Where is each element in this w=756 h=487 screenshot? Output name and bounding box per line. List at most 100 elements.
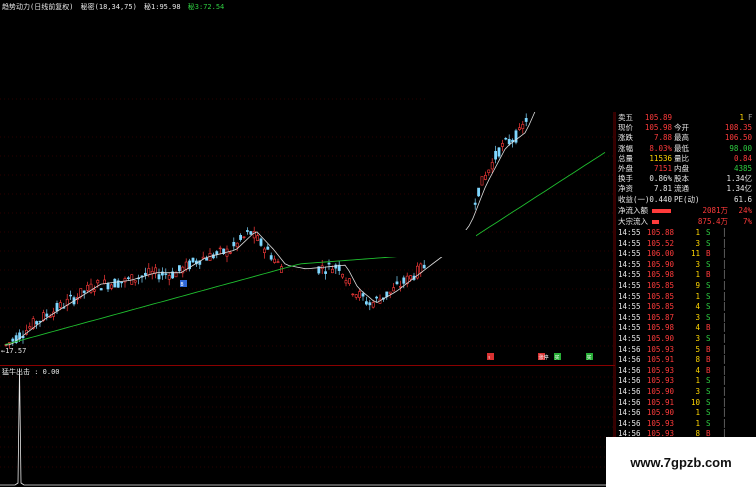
trade-direction: S	[706, 387, 711, 396]
trade-time: 14:56	[618, 397, 641, 407]
quote-value-2: 98.00	[729, 143, 752, 153]
flow-bar	[652, 209, 671, 213]
quote-value: 105.98	[644, 123, 672, 133]
quote-volume: 1	[739, 113, 744, 122]
trade-direction: S	[706, 238, 711, 248]
signal-label: 买	[555, 354, 560, 361]
candle-body	[388, 291, 392, 294]
candle-body	[368, 302, 372, 306]
quote-value: 0.86%	[649, 174, 672, 184]
candle-body	[494, 150, 498, 160]
trade-price: 105.91	[646, 397, 674, 407]
trade-volume: 9	[695, 281, 700, 290]
candle-body	[11, 338, 15, 342]
candle-body	[249, 231, 253, 235]
candle-body	[266, 246, 270, 250]
trade-price: 105.93	[646, 344, 674, 354]
candle-body	[497, 147, 501, 157]
trade-row: 14:56 105.91 8 B │	[618, 355, 730, 366]
trade-separator-icon: │	[722, 355, 727, 365]
quote-label: 净资	[618, 184, 633, 194]
trade-row: 14:55 105.85 4 S │	[618, 302, 730, 313]
trade-price: 105.93	[646, 365, 674, 375]
candle-body	[164, 273, 168, 275]
candle-body	[157, 274, 161, 280]
candle-body	[324, 271, 328, 274]
indicator-v1: 95.98	[159, 3, 181, 11]
quote-label-2: 最低	[674, 143, 689, 153]
trade-volume: 1	[695, 376, 700, 386]
trade-price: 106.00	[646, 249, 674, 259]
candle-body	[524, 118, 528, 122]
candle-body	[96, 280, 100, 284]
trade-separator-icon: │	[722, 249, 727, 259]
candle-body	[252, 230, 256, 239]
quote-value: 7151	[653, 164, 672, 173]
quote-row: 净资 7.81 流通 1.34亿	[618, 184, 754, 194]
trade-row: 14:55 105.90 3 S │	[618, 260, 730, 271]
trade-direction: S	[706, 259, 711, 269]
trade-time: 14:55	[618, 291, 641, 301]
candle-body	[144, 272, 147, 276]
flow-label: 净流入额	[618, 206, 648, 215]
trade-volume: 1	[695, 270, 700, 280]
blank-overlay	[427, 0, 756, 112]
candle-body	[178, 265, 181, 272]
candle-body	[398, 285, 402, 288]
quote-label: 卖五	[618, 113, 633, 122]
candle-body	[507, 138, 511, 145]
quote-value: 105.89	[644, 113, 672, 122]
watermark: www.7gpzb.com	[606, 437, 756, 487]
trade-row: 14:56 105.93 4 B │	[618, 366, 730, 377]
quote-label-2: 量比	[674, 153, 689, 163]
candle-body	[205, 257, 209, 261]
quote-row: 换手 0.86% 股本 1.34亿	[618, 174, 754, 184]
quote-label-2: 今开	[674, 123, 689, 133]
candle-body	[256, 235, 260, 241]
quote-label: 外盘	[618, 164, 633, 173]
candle-body	[184, 261, 188, 270]
flow-bar	[652, 219, 659, 224]
candle-body	[215, 251, 219, 255]
trade-separator-icon: │	[722, 291, 727, 301]
trade-row: 14:55 105.87 3 S │	[618, 313, 730, 324]
trade-row: 14:56 105.90 1 S │	[618, 408, 730, 419]
candle-body	[55, 302, 59, 312]
trade-row: 14:56 105.93 1 S │	[618, 376, 730, 387]
trade-price: 105.85	[646, 291, 674, 301]
quote-row: 现价 105.98 今开 108.35	[618, 123, 754, 133]
quote-label: 换手	[618, 174, 633, 184]
candle-body	[229, 252, 232, 254]
quote-row: 涨跌 7.88 最高 106.50	[618, 133, 754, 143]
candle-body	[361, 293, 365, 297]
trade-row: 14:55 105.90 3 S │	[618, 334, 730, 345]
trade-row: 14:55 105.52 3 S │	[618, 239, 730, 250]
candle-body	[133, 280, 137, 283]
quote-row: 卖五 105.89 1 F	[618, 113, 754, 123]
trade-time: 14:55	[618, 238, 641, 248]
trade-separator-icon: │	[722, 228, 727, 237]
flow-pct: 7%	[742, 216, 752, 226]
trade-separator-icon: │	[722, 270, 727, 280]
candle-body	[500, 143, 504, 147]
quote-label-2: 最高	[674, 133, 689, 143]
candle-body	[259, 238, 263, 246]
candle-body	[99, 288, 103, 291]
trade-volume: 1	[695, 408, 700, 418]
candle-body	[86, 284, 90, 291]
trade-time: 14:56	[618, 418, 641, 428]
quote-value: 8.03%	[649, 143, 672, 153]
trade-volume: 4	[695, 365, 700, 375]
quote-row: 收益(一) 0.440 PE(动) 61.6	[618, 195, 754, 205]
trade-row: 14:55 105.98 1 B │	[618, 270, 730, 281]
candle-body	[218, 247, 222, 250]
candle-body	[120, 281, 124, 284]
indicator-subchart[interactable]: 1.000.900.800.700.600.500.400.300.200.10	[0, 365, 615, 487]
masked-region	[282, 230, 476, 257]
trade-row: 14:55 105.88 1 S │	[618, 228, 730, 239]
flow-value: 2081万	[702, 206, 728, 215]
trade-time: 14:56	[618, 387, 641, 396]
candle-body	[344, 280, 348, 284]
candle-body	[395, 281, 399, 285]
trade-separator-icon: │	[722, 376, 727, 386]
